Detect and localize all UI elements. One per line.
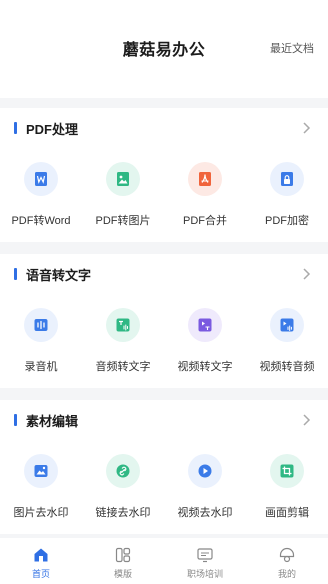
tool-image-watermark-remove[interactable]: 图片去水印 (0, 454, 82, 524)
tool-video-watermark-remove[interactable]: 视频去水印 (164, 454, 246, 524)
section-speech-to-text: 语音转文字 录音机 音频转文字 视频转文字 视频转音频 (0, 254, 328, 388)
tool-label: 画面剪辑 (265, 507, 309, 519)
tab-label: 职场培训 (186, 569, 223, 579)
tool-label: PDF加密 (265, 215, 309, 227)
profile-icon (279, 547, 295, 563)
section-title: 语音转文字 (26, 268, 92, 283)
pdf-encrypt-icon (270, 162, 304, 196)
section-header[interactable]: PDF处理 (0, 108, 328, 148)
tool-pdf-to-image[interactable]: PDF转图片 (82, 162, 164, 232)
tab-home[interactable]: 首页 (0, 538, 82, 584)
section-accent-bar (14, 414, 17, 426)
chevron-right-icon[interactable] (298, 412, 314, 428)
section-title: PDF处理 (26, 122, 79, 137)
tool-label: PDF转Word (11, 215, 71, 227)
tool-label: 视频转音频 (259, 361, 315, 373)
video-to-audio-icon (270, 308, 304, 342)
crop-icon (270, 454, 304, 488)
section-pdf: PDF处理 PDF转Word PDF转图片 PDF合并 PDF加密 (0, 108, 328, 242)
template-icon (115, 547, 131, 563)
tool-label: PDF转图片 (95, 215, 151, 227)
recorder-icon (24, 308, 58, 342)
app-header: 蘑菇易办公 最近文档 (0, 0, 328, 98)
tool-link-watermark-remove[interactable]: 链接去水印 (82, 454, 164, 524)
section-accent-bar (14, 268, 17, 280)
link-watermark-remove-icon (106, 454, 140, 488)
pdf-to-word-icon (24, 162, 58, 196)
tool-recorder[interactable]: 录音机 (0, 308, 82, 378)
tab-label: 我的 (277, 569, 296, 579)
tool-label: 链接去水印 (95, 507, 151, 519)
bottom-tab-bar: 首页 模版 职场培训 我的 (0, 538, 328, 584)
tool-pdf-encrypt[interactable]: PDF加密 (246, 162, 328, 232)
pdf-to-image-icon (106, 162, 140, 196)
chevron-right-icon[interactable] (298, 266, 314, 282)
section-accent-bar (14, 122, 17, 134)
video-to-text-icon (188, 308, 222, 342)
audio-to-text-icon (106, 308, 140, 342)
tool-label: 视频转文字 (177, 361, 233, 373)
tool-label: 视频去水印 (177, 507, 233, 519)
video-watermark-remove-icon (188, 454, 222, 488)
recent-documents-link[interactable]: 最近文档 (270, 40, 314, 56)
section-header[interactable]: 语音转文字 (0, 254, 328, 294)
chevron-right-icon[interactable] (298, 120, 314, 136)
home-icon (34, 548, 48, 562)
tool-pdf-merge[interactable]: PDF合并 (164, 162, 246, 232)
image-watermark-remove-icon (24, 454, 58, 488)
tool-video-to-audio[interactable]: 视频转音频 (246, 308, 328, 378)
section-material-edit: 素材编辑 图片去水印 链接去水印 视频去水印 画面剪辑 (0, 400, 328, 534)
tool-label: 音频转文字 (95, 361, 151, 373)
tool-label: 录音机 (24, 361, 58, 373)
tool-crop[interactable]: 画面剪辑 (246, 454, 328, 524)
tool-label: PDF合并 (183, 215, 227, 227)
tab-label: 首页 (31, 569, 50, 579)
tab-training[interactable]: 职场培训 (164, 538, 246, 584)
tool-video-to-text[interactable]: 视频转文字 (164, 308, 246, 378)
training-icon (197, 548, 213, 563)
pdf-merge-icon (188, 162, 222, 196)
tool-pdf-to-word[interactable]: PDF转Word (0, 162, 82, 232)
tab-profile[interactable]: 我的 (246, 538, 328, 584)
tab-template[interactable]: 模版 (82, 538, 164, 584)
tool-label: 图片去水印 (13, 507, 69, 519)
tool-audio-to-text[interactable]: 音频转文字 (82, 308, 164, 378)
section-title: 素材编辑 (26, 414, 79, 429)
tab-label: 模版 (113, 569, 132, 579)
section-header[interactable]: 素材编辑 (0, 400, 328, 440)
